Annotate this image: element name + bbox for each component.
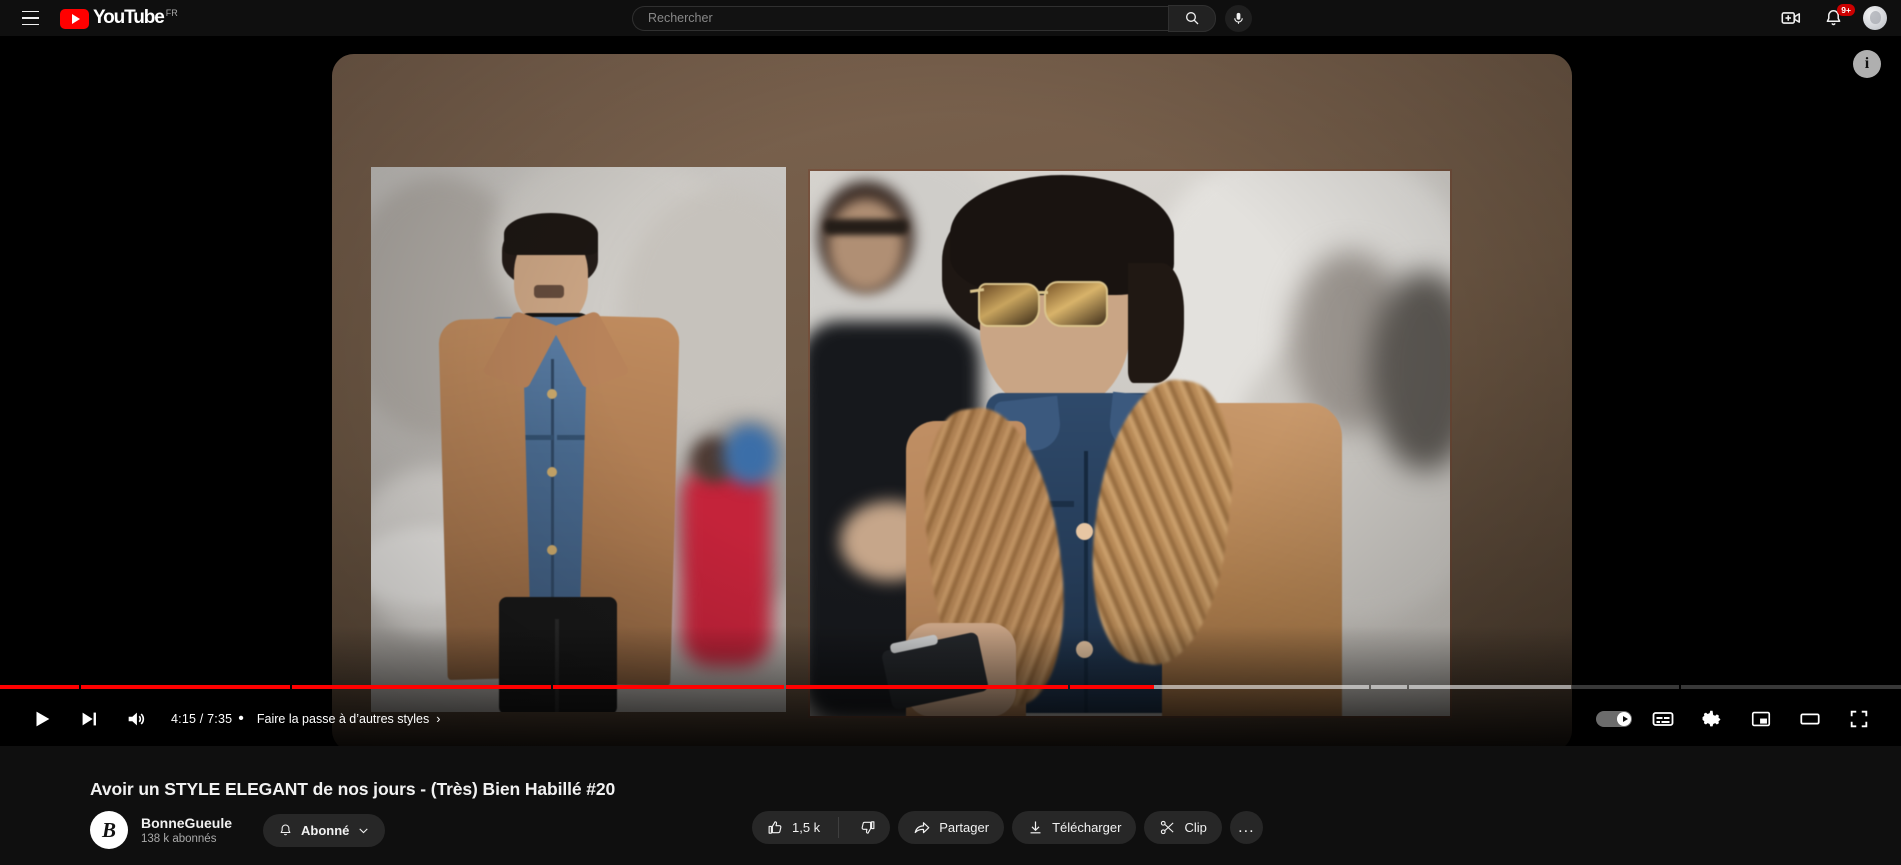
subscribe-label: Abonné: [301, 822, 350, 838]
share-icon: [914, 821, 930, 833]
subtitles-icon: [1652, 712, 1674, 726]
miniplayer-button[interactable]: [1739, 697, 1783, 741]
chapter-chevron-icon: ›: [436, 712, 441, 726]
progress-chapter-segment[interactable]: [1069, 685, 1369, 689]
country-code-label: FR: [165, 7, 178, 18]
fullscreen-icon: [1850, 710, 1868, 728]
clip-button[interactable]: Clip: [1144, 811, 1222, 844]
bell-icon: [280, 823, 291, 835]
video-frame: [332, 54, 1572, 746]
microphone-icon: [1234, 12, 1243, 24]
progress-played: [1069, 685, 1154, 689]
youtube-logo-text: YouTube: [93, 6, 165, 28]
progress-chapter-segment[interactable]: [552, 685, 784, 689]
like-button[interactable]: 1,5 k: [767, 819, 820, 836]
youtube-logo[interactable]: YouTube FR: [60, 6, 178, 29]
channel-row: B BonneGueule 138 k abonnés Abonné: [90, 811, 386, 849]
share-label: Partager: [939, 820, 990, 835]
search-area: [632, 0, 1252, 36]
channel-meta: BonneGueule 138 k abonnés: [141, 815, 232, 845]
hamburger-menu-icon[interactable]: [14, 2, 46, 34]
search-icon: [1186, 12, 1199, 25]
subtitles-button[interactable]: [1641, 697, 1685, 741]
create-video-button[interactable]: [1777, 5, 1804, 32]
progress-chapter-segment[interactable]: [1681, 685, 1901, 689]
progress-chapter-segment[interactable]: [1370, 685, 1407, 689]
volume-button[interactable]: [114, 697, 158, 741]
progress-chapter-segment[interactable]: [291, 685, 551, 689]
channel-name[interactable]: BonneGueule: [141, 815, 232, 831]
progress-buffered: [1408, 685, 1572, 689]
progress-played: [81, 685, 290, 689]
masthead-right: 9+: [1777, 0, 1887, 36]
video-meta-section: Avoir un STYLE ELEGANT de nos jours - (T…: [0, 746, 1901, 865]
autoplay-toggle-button[interactable]: [1592, 697, 1636, 741]
gear-icon: [1702, 710, 1721, 727]
player-controls-left: 4:15 / 7:35 • Faire la passe à d’autres …: [20, 697, 440, 741]
progress-played: [291, 685, 551, 689]
download-icon: [1030, 821, 1041, 834]
download-button[interactable]: Télécharger: [1012, 811, 1137, 844]
progress-played: [552, 685, 784, 689]
download-label: Télécharger: [1052, 820, 1122, 835]
like-dislike-divider: [838, 817, 840, 838]
like-count: 1,5 k: [792, 820, 821, 835]
theater-mode-button[interactable]: [1788, 697, 1832, 741]
play-button[interactable]: [20, 697, 64, 741]
notifications-button[interactable]: 9+: [1820, 3, 1855, 32]
dislike-button[interactable]: [848, 811, 890, 844]
search-box[interactable]: [632, 5, 1168, 31]
progress-bar[interactable]: [0, 684, 1901, 690]
search-button[interactable]: [1168, 4, 1216, 32]
time-chapter-separator: •: [238, 710, 244, 727]
subscribe-button[interactable]: Abonné: [263, 813, 386, 847]
player-info-button[interactable]: i: [1853, 50, 1881, 78]
like-dislike-group: 1,5 k: [752, 811, 891, 844]
theater-icon: [1800, 713, 1820, 725]
play-icon: [36, 711, 50, 727]
settings-button[interactable]: [1690, 697, 1734, 741]
voice-search-button[interactable]: [1225, 4, 1252, 32]
progress-chapter-segment[interactable]: [785, 685, 1068, 689]
time-display: 4:15 / 7:35: [171, 712, 233, 726]
create-video-icon: [1781, 12, 1800, 24]
youtube-play-icon: [60, 8, 89, 29]
more-actions-button[interactable]: ...: [1229, 811, 1263, 844]
progress-buffered: [1370, 685, 1407, 689]
autoplay-knob-icon: [1617, 712, 1631, 726]
channel-subscriber-count: 138 k abonnés: [141, 833, 217, 845]
miniplayer-icon: [1751, 711, 1771, 727]
progress-chapter-segment[interactable]: [81, 685, 290, 689]
video-actions: 1,5 k Partager Télécharger Clip ...: [752, 811, 1263, 844]
next-icon: [82, 712, 96, 726]
masthead: YouTube FR Rechercher 9+: [0, 0, 1901, 36]
player-controls: 4:15 / 7:35 • Faire la passe à d’autres …: [0, 692, 1901, 746]
chevron-down-icon: [359, 827, 369, 833]
video-player[interactable]: i 4:15 / 7:35 • Faire la passe à d’autre…: [0, 36, 1901, 746]
chapter-title-button[interactable]: Faire la passe à d’autres styles ›: [257, 712, 440, 726]
next-video-button[interactable]: [67, 697, 111, 741]
player-controls-right: [1592, 697, 1881, 741]
chapter-title-label: Faire la passe à d’autres styles: [256, 712, 430, 726]
progress-chapter-segment[interactable]: [1408, 685, 1680, 689]
scissors-icon: [1161, 820, 1174, 835]
channel-avatar[interactable]: B: [90, 811, 128, 849]
progress-played: [785, 685, 1068, 689]
page-title: Avoir un STYLE ELEGANT de nos jours - (T…: [90, 779, 616, 799]
share-button[interactable]: Partager: [898, 811, 1005, 844]
masthead-left: YouTube FR: [0, 2, 178, 34]
progress-chapter-segment[interactable]: [0, 685, 80, 689]
volume-icon: [128, 712, 145, 726]
clip-label: Clip: [1184, 820, 1207, 835]
video-vignette: [332, 54, 1572, 746]
thumbs-down-icon: [861, 821, 875, 834]
notification-badge: 9+: [1837, 3, 1855, 16]
thumbs-up-icon: [768, 821, 782, 834]
autoplay-toggle[interactable]: [1596, 711, 1632, 727]
fullscreen-button[interactable]: [1837, 697, 1881, 741]
progress-played: [0, 685, 80, 689]
search-input[interactable]: [648, 11, 1168, 25]
account-avatar[interactable]: [1863, 6, 1887, 30]
